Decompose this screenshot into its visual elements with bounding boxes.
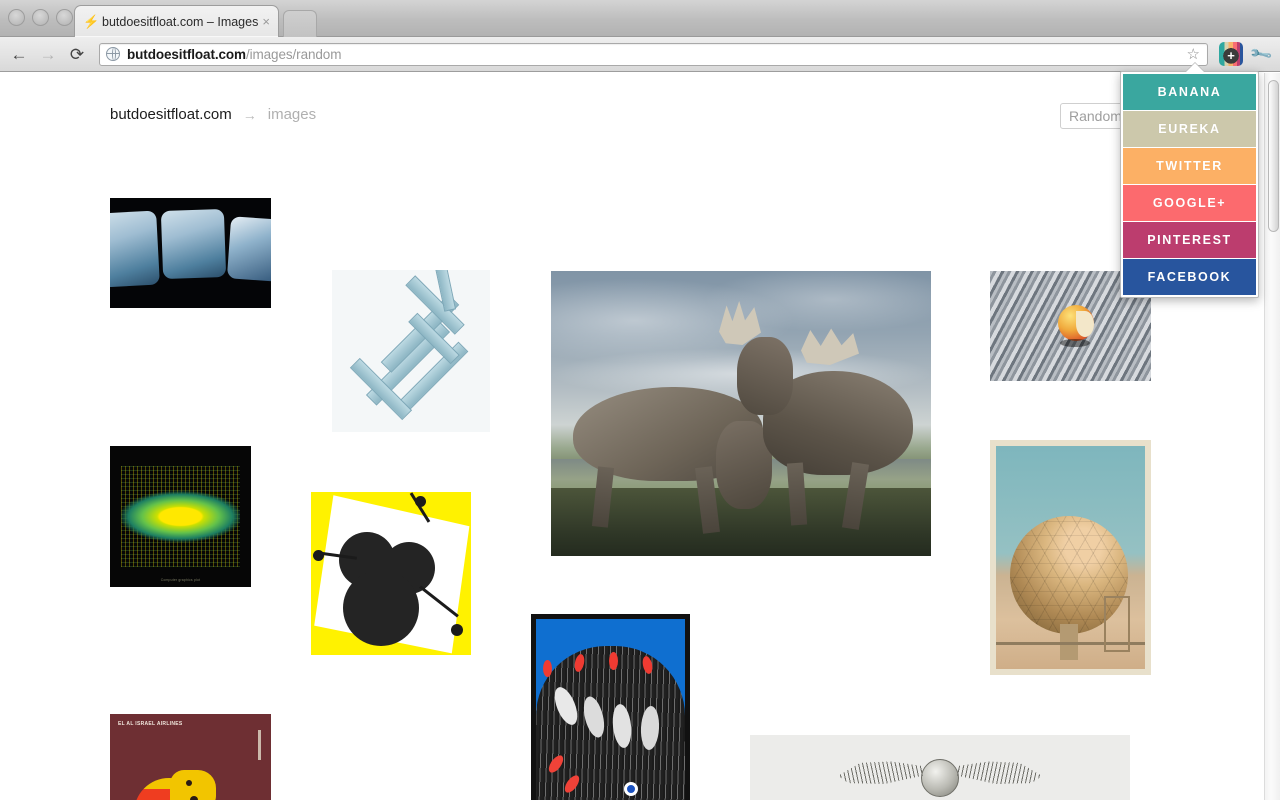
- share-extension-icon[interactable]: +: [1219, 42, 1243, 66]
- tab-strip: ⚡ butdoesitfloat.com – Images ×: [0, 0, 1280, 37]
- apple-bite: [1076, 311, 1094, 337]
- breadcrumb: butdoesitfloat.com → images: [110, 106, 316, 123]
- share-button-pinterest[interactable]: PINTEREST: [1123, 222, 1256, 258]
- image-masonic-engraving[interactable]: [750, 735, 1130, 800]
- share-popup: BANANA EUREKA TWITTER GOOGLE+ PINTEREST …: [1120, 63, 1259, 298]
- zoom-window-button[interactable]: [56, 9, 73, 26]
- breadcrumb-current: images: [267, 106, 317, 123]
- wrench-menu-icon[interactable]: 🔧: [1247, 40, 1275, 67]
- popup-pointer-icon: [1186, 63, 1204, 72]
- close-tab-icon[interactable]: ×: [258, 14, 270, 29]
- lightning-bolt-icon: ⚡: [83, 14, 100, 29]
- lion-eye: [186, 780, 192, 786]
- ink-red-dot: [543, 660, 552, 677]
- bee-circle: [343, 570, 419, 646]
- image-geodesic-sphere[interactable]: [990, 440, 1151, 675]
- page-viewport: butdoesitfloat.com → images Random Compu…: [0, 73, 1280, 800]
- lion-nose: [190, 796, 198, 800]
- window-pane: [110, 210, 160, 288]
- page-scrollbar[interactable]: [1264, 73, 1280, 800]
- window-controls: [8, 9, 73, 26]
- elal-headline: EL AL ISRAEL AIRLINES: [118, 721, 183, 727]
- address-bar[interactable]: butdoesitfloat.com /images/random ☆: [99, 42, 1208, 66]
- image-ink-drawing[interactable]: [531, 614, 690, 800]
- plus-icon: +: [1227, 47, 1235, 63]
- close-window-button[interactable]: [8, 9, 25, 26]
- image-elal-poster[interactable]: EL AL ISRAEL AIRLINES: [110, 714, 271, 800]
- image-spacecraft-windows[interactable]: [110, 198, 271, 308]
- tab-title: butdoesitfloat.com – Images: [102, 14, 259, 29]
- photo-area: [996, 446, 1145, 669]
- winged-globe: [921, 759, 959, 797]
- breadcrumb-arrow-icon: →: [242, 106, 257, 123]
- breadcrumb-home-link[interactable]: butdoesitfloat.com: [110, 106, 232, 123]
- bookmark-star-icon[interactable]: ☆: [1187, 47, 1200, 62]
- lattice-pattern: [121, 465, 240, 568]
- image-yellow-bee-poster[interactable]: [311, 492, 471, 655]
- new-tab-button[interactable]: [283, 10, 317, 37]
- browser-window: ⚡ butdoesitfloat.com – Images × ← → ⟳ bu…: [0, 0, 1280, 800]
- minimize-window-button[interactable]: [32, 9, 49, 26]
- bee-antenna-tip: [313, 550, 324, 561]
- back-button[interactable]: ←: [8, 43, 30, 65]
- image-moose-fight[interactable]: [551, 271, 931, 556]
- poster-side-mark: [258, 730, 261, 760]
- ink-mass: [536, 646, 685, 800]
- share-button-facebook[interactable]: FACEBOOK: [1123, 259, 1256, 295]
- window-pane: [226, 216, 271, 282]
- url-path: /images/random: [245, 46, 342, 62]
- apple-shadow: [1060, 339, 1090, 347]
- bee-antenna-tip: [451, 624, 463, 636]
- ink-red-dot: [609, 652, 618, 670]
- wing-right: [956, 761, 1042, 785]
- moose-head-right: [737, 337, 793, 415]
- browser-toolbar: ← → ⟳ butdoesitfloat.com /images/random …: [0, 37, 1280, 72]
- share-button-eureka[interactable]: EUREKA: [1123, 111, 1256, 147]
- forward-button[interactable]: →: [37, 43, 59, 65]
- browser-tab[interactable]: ⚡ butdoesitfloat.com – Images ×: [74, 5, 279, 37]
- url-domain: butdoesitfloat.com: [127, 46, 246, 62]
- globe-icon: [105, 46, 120, 61]
- lattice-caption: Computer graphics plot: [160, 578, 201, 582]
- scrollbar-thumb[interactable]: [1268, 80, 1279, 232]
- support-tower: [1104, 596, 1130, 652]
- ink-blue-dot: [624, 782, 638, 796]
- share-button-googleplus[interactable]: GOOGLE+: [1123, 185, 1256, 221]
- bee-antenna-tip: [415, 496, 426, 507]
- share-button-banana[interactable]: BANANA: [1123, 74, 1256, 110]
- reload-button[interactable]: ⟳: [66, 43, 88, 65]
- image-green-lattice[interactable]: Computer graphics plot: [110, 446, 251, 587]
- image-isometric-blue[interactable]: [332, 270, 490, 432]
- share-button-twitter[interactable]: TWITTER: [1123, 148, 1256, 184]
- window-pane: [160, 208, 227, 280]
- wing-left: [838, 761, 924, 785]
